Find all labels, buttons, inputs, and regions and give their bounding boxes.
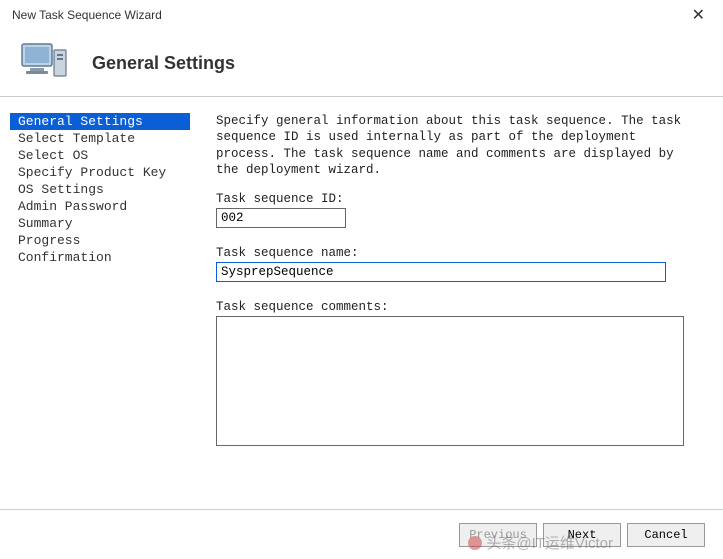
task-sequence-name-input[interactable] bbox=[216, 262, 666, 282]
nav-confirmation[interactable]: Confirmation bbox=[10, 249, 190, 266]
task-sequence-name-label: Task sequence name: bbox=[216, 246, 703, 260]
computer-icon bbox=[20, 42, 68, 84]
task-sequence-id-label: Task sequence ID: bbox=[216, 192, 703, 206]
wizard-nav: General Settings Select Template Select … bbox=[0, 97, 200, 506]
nav-summary[interactable]: Summary bbox=[10, 215, 190, 232]
nav-general-settings[interactable]: General Settings bbox=[10, 113, 190, 130]
wizard-body: General Settings Select Template Select … bbox=[0, 97, 723, 506]
page-description: Specify general information about this t… bbox=[216, 113, 703, 178]
nav-progress[interactable]: Progress bbox=[10, 232, 190, 249]
previous-button: Previous bbox=[459, 523, 537, 547]
nav-specify-product-key[interactable]: Specify Product Key bbox=[10, 164, 190, 181]
task-sequence-comments-label: Task sequence comments: bbox=[216, 300, 703, 314]
nav-select-template[interactable]: Select Template bbox=[10, 130, 190, 147]
titlebar: New Task Sequence Wizard ✕ bbox=[0, 0, 723, 30]
close-icon[interactable]: ✕ bbox=[686, 5, 711, 25]
main-panel: Specify general information about this t… bbox=[200, 97, 723, 506]
nav-admin-password[interactable]: Admin Password bbox=[10, 198, 190, 215]
cancel-button[interactable]: Cancel bbox=[627, 523, 705, 547]
next-button[interactable]: Next bbox=[543, 523, 621, 547]
window-title: New Task Sequence Wizard bbox=[12, 8, 162, 22]
nav-select-os[interactable]: Select OS bbox=[10, 147, 190, 164]
wizard-header: General Settings bbox=[0, 30, 723, 97]
wizard-footer: Previous Next Cancel bbox=[0, 509, 723, 559]
task-sequence-comments-input[interactable] bbox=[216, 316, 684, 446]
nav-os-settings[interactable]: OS Settings bbox=[10, 181, 190, 198]
task-sequence-id-input[interactable] bbox=[216, 208, 346, 228]
page-title: General Settings bbox=[92, 53, 235, 74]
